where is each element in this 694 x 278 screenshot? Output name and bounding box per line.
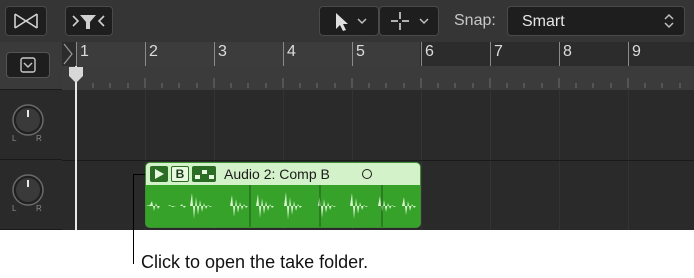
bar-line <box>145 42 146 66</box>
left-click-tool-menu[interactable] <box>319 6 379 36</box>
bar-number: 2 <box>149 43 158 60</box>
pointer-tool-icon <box>336 13 367 31</box>
bar-number: 9 <box>632 43 641 60</box>
crosshair-tool-icon <box>391 12 429 30</box>
up-down-arrows-icon <box>664 13 674 29</box>
bar-line <box>421 42 422 66</box>
audio-waveform <box>146 185 420 227</box>
bar-line <box>490 42 491 66</box>
beat-ticks <box>75 78 681 88</box>
bar-line <box>283 42 284 66</box>
region-header: B Audio 2: Comp B <box>146 163 420 185</box>
bar-line <box>559 42 560 66</box>
callout-line <box>133 174 134 264</box>
snap-label: Snap: <box>454 12 496 29</box>
region-title: Audio 2: Comp B <box>224 166 330 182</box>
chevron-down-box-icon <box>20 57 36 73</box>
snap-select[interactable]: Smart <box>507 6 685 36</box>
playhead-handle-icon[interactable] <box>68 66 84 84</box>
ruler-highlight <box>76 42 420 66</box>
bar-line <box>352 42 353 66</box>
ruler-start-marker-icon <box>63 43 73 65</box>
bar-number: 7 <box>494 43 503 60</box>
bar-line <box>76 42 77 66</box>
bar-number: 1 <box>80 43 89 60</box>
crossfade-tool-icon <box>14 13 38 29</box>
toolbar: Snap: Smart <box>0 0 694 42</box>
bar-number: 8 <box>563 43 572 60</box>
pan-left-label: L <box>12 134 17 143</box>
waveform <box>146 185 420 227</box>
lane-separator <box>62 160 694 161</box>
track-headers: L R L R <box>0 42 62 230</box>
take-folder-region[interactable]: B Audio 2: Comp B <box>145 162 421 228</box>
global-tracks-button[interactable] <box>6 52 50 78</box>
take-folder-button[interactable] <box>150 166 168 182</box>
pan-left-label: L <box>12 204 17 213</box>
play-triangle-icon <box>155 169 164 179</box>
callout-pointer <box>133 174 145 175</box>
pan-right-label: R <box>36 134 42 143</box>
snap-value: Smart <box>522 13 565 30</box>
bar-number: 5 <box>356 43 365 60</box>
pan-knob[interactable] <box>10 172 46 208</box>
ruler-bars: 1 2 3 4 5 6 7 8 9 <box>62 42 694 66</box>
region-status-circle <box>362 169 372 179</box>
bar-number: 3 <box>218 43 227 60</box>
track-header-1[interactable]: L R <box>0 90 62 160</box>
take-letter-badge[interactable]: B <box>171 166 189 182</box>
catch-filter-icon <box>72 15 105 29</box>
pan-right-label: R <box>36 204 42 213</box>
ruler-beats <box>62 66 694 90</box>
quick-swipe-comping-button[interactable] <box>192 166 216 182</box>
comp-segments-icon <box>195 170 214 179</box>
bar-number: 4 <box>287 43 296 60</box>
bar-number: 6 <box>425 43 434 60</box>
command-click-tool-menu[interactable] <box>379 6 439 36</box>
pan-knob[interactable] <box>10 102 46 138</box>
logic-tracks-window: Snap: Smart L R L R 1 2 3 4 5 6 7 8 9 B … <box>0 0 694 230</box>
catch-button[interactable] <box>65 6 113 36</box>
bar-line <box>628 42 629 66</box>
crossfade-tool-button[interactable] <box>5 6 47 36</box>
track-header-2[interactable]: L R <box>0 160 62 230</box>
bar-line <box>214 42 215 66</box>
bar-ruler[interactable]: 1 2 3 4 5 6 7 8 9 <box>62 42 694 90</box>
track-headers-top <box>0 42 62 90</box>
callout-text: Click to open the take folder. <box>141 252 369 272</box>
playhead[interactable] <box>75 66 77 230</box>
